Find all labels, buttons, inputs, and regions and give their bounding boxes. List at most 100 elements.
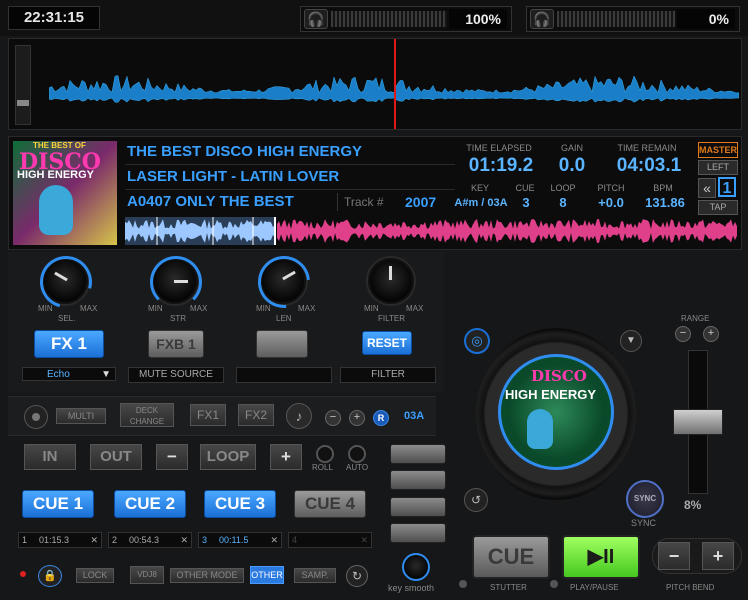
knob-max-label: MAX (298, 304, 316, 313)
headphone-icon[interactable]: 🎧 (530, 9, 554, 29)
knob-label: STR (170, 314, 186, 323)
sampler-pad[interactable] (390, 470, 446, 490)
key-value-display: 03A (404, 410, 425, 422)
sel-knob[interactable] (30, 246, 102, 318)
key-value: A#m / 03A (454, 197, 508, 209)
knob-max-label: MAX (190, 304, 208, 313)
platter[interactable]: DISCO HIGH ENERGY (498, 354, 614, 470)
track-artist: LASER LIGHT - LATIN LOVER (127, 168, 340, 185)
multi-button[interactable]: MULTI (56, 408, 106, 424)
pitch-bend-plus-button[interactable]: + (702, 542, 734, 570)
range-minus-button[interactable]: − (675, 326, 691, 342)
cue-memory-slot[interactable]: 4 ✕ (288, 532, 372, 548)
music-note-icon[interactable]: ♪ (286, 403, 312, 429)
loop-minus-button[interactable]: − (156, 444, 188, 470)
knob-max-label: MAX (406, 304, 424, 313)
close-icon[interactable]: ✕ (180, 533, 188, 547)
sampler-pad[interactable] (390, 523, 446, 543)
time-elapsed-label: TIME ELAPSED (466, 143, 532, 153)
fx-param-select[interactable] (236, 367, 332, 383)
album-art: THE BEST OF DISCO HIGH ENERGY (13, 141, 117, 245)
tap-button[interactable]: TAP (698, 200, 738, 215)
fx-empty-button[interactable] (256, 330, 308, 358)
volume-meter (331, 11, 447, 27)
auto-toggle[interactable] (348, 445, 366, 463)
pitch-slider[interactable] (673, 350, 723, 494)
cue-1-button[interactable]: CUE 1 (22, 490, 94, 518)
cue-memory-slot[interactable]: 1 01:15.3 ✕ (18, 532, 102, 548)
zoom-slider[interactable] (15, 45, 31, 125)
platter-art-face (527, 409, 553, 449)
loop-button[interactable]: LOOP (200, 444, 256, 470)
cue-memory-slot[interactable]: 3 00:11.5 ✕ (198, 532, 282, 548)
key-reset-button[interactable]: R (373, 410, 389, 426)
left-deck-button[interactable]: LEFT (698, 160, 738, 175)
pitch-bend-minus-button[interactable]: − (658, 542, 690, 570)
other-button[interactable]: OTHER (250, 566, 284, 584)
track-number: 2007 (405, 194, 437, 210)
key-smooth-knob[interactable] (402, 553, 430, 581)
pitch-range-value: 8% (684, 498, 702, 512)
key-plus-button[interactable]: + (349, 410, 365, 426)
cue-memory-slot[interactable]: 2 00:54.3 ✕ (108, 532, 192, 548)
sync-button[interactable]: SYNC (626, 480, 664, 518)
clock: 22:31:15 (8, 6, 100, 30)
fxb1-button[interactable]: FXB 1 (148, 330, 204, 358)
fx1-small-button[interactable]: FX1 (190, 404, 226, 426)
master-button[interactable]: MASTER (698, 142, 738, 158)
lock-icon[interactable]: 🔒 (38, 565, 62, 587)
refresh-icon[interactable]: ↻ (346, 565, 368, 587)
sampler-pad[interactable] (390, 444, 446, 464)
close-icon[interactable]: ✕ (90, 533, 98, 547)
zoom-slider-handle[interactable] (17, 100, 29, 106)
bpm-value: 131.86 (645, 195, 685, 210)
headphone-icon[interactable]: 🎧 (304, 9, 328, 29)
lock-button[interactable]: LOCK (76, 568, 114, 583)
chevron-down-icon: ▼ (101, 369, 111, 380)
album-art-face (39, 185, 73, 235)
fx-select[interactable]: Echo ▼ (22, 367, 116, 381)
record-icon[interactable] (24, 405, 48, 429)
back-icon[interactable]: « (698, 178, 716, 198)
filter-knob[interactable] (368, 258, 414, 304)
loop-label: LOOP (550, 183, 576, 193)
cue-2-button[interactable]: CUE 2 (114, 490, 186, 518)
deck-change-button[interactable]: DECK CHANGE (120, 403, 174, 427)
pitch-slider-handle[interactable] (673, 409, 723, 435)
fx-target-icon[interactable]: ◎ (464, 328, 490, 354)
cue-4-button[interactable]: CUE 4 (294, 490, 366, 518)
track-waveform[interactable] (125, 217, 737, 245)
fx2-small-button[interactable]: FX2 (238, 404, 274, 426)
vdj-button[interactable]: VDJ8 (130, 566, 164, 584)
other-mode-button[interactable]: OTHER MODE (170, 568, 244, 583)
jog-wheel[interactable]: DISCO HIGH ENERGY (476, 328, 636, 500)
loop-out-button[interactable]: OUT (90, 444, 142, 470)
close-icon[interactable]: ✕ (270, 533, 278, 547)
reset-button[interactable]: RESET (362, 331, 412, 355)
pitch-bend-label: PITCH BEND (666, 583, 715, 592)
loop-plus-button[interactable]: + (270, 444, 302, 470)
sampler-pad[interactable] (390, 497, 446, 517)
overview-waveform[interactable] (8, 38, 742, 130)
close-icon[interactable]: ✕ (360, 533, 368, 547)
time-elapsed: 01:19.2 (468, 155, 534, 176)
key-minus-button[interactable]: − (325, 410, 341, 426)
roll-toggle[interactable] (316, 445, 334, 463)
len-knob[interactable] (247, 245, 321, 319)
mute-source-select[interactable]: MUTE SOURCE (128, 367, 224, 383)
play-pause-button[interactable]: ▶II (562, 535, 640, 579)
filter-select[interactable]: FILTER (340, 367, 436, 383)
deck-number[interactable]: 1 (718, 177, 736, 197)
str-knob[interactable] (150, 256, 202, 308)
cue-3-button[interactable]: CUE 3 (204, 490, 276, 518)
cue-button[interactable]: CUE (472, 535, 550, 579)
knob-min-label: MIN (364, 304, 379, 313)
reverse-icon[interactable]: ↺ (464, 488, 488, 512)
sync-label: SYNC (631, 518, 657, 528)
fx1-button[interactable]: FX 1 (34, 330, 104, 358)
volume-meter (557, 11, 675, 27)
loop-in-button[interactable]: IN (24, 444, 76, 470)
range-plus-button[interactable]: + (703, 326, 719, 342)
chevron-down-icon[interactable]: ▼ (620, 330, 642, 352)
sampler-button[interactable]: SAMP. (294, 568, 336, 583)
